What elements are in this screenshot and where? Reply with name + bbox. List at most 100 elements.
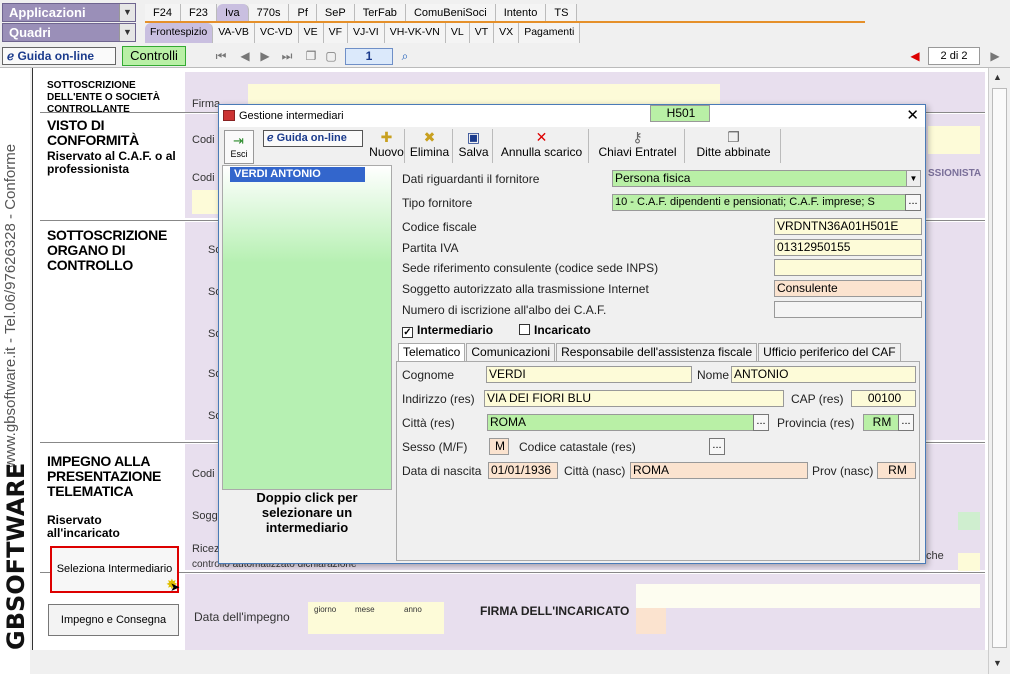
tab-ve[interactable]: VE xyxy=(298,23,324,43)
firma-label: Firma xyxy=(192,98,221,110)
page-number-field[interactable]: 1 xyxy=(345,48,393,65)
provincia-field[interactable]: RM xyxy=(863,414,899,431)
salva-label: Salva xyxy=(458,145,489,159)
tab-ufficio-periferico[interactable]: Ufficio periferico del CAF xyxy=(758,343,901,361)
mouse-cursor-icon: ➤ xyxy=(170,580,181,594)
nuovo-button[interactable]: ✚ Nuovo xyxy=(369,129,405,163)
ditte-abbinate-button[interactable]: ❐ Ditte abbinate xyxy=(687,129,781,163)
citta-nasc-field[interactable]: ROMA xyxy=(630,462,808,479)
firma-incaricato-field[interactable] xyxy=(636,584,980,608)
first-page-icon[interactable]: ⏮ xyxy=(214,49,228,63)
anno-label: anno xyxy=(404,605,422,614)
indirizzo-field[interactable]: VIA DEI FIORI BLU xyxy=(484,390,784,407)
prev-form-icon[interactable]: ◀ xyxy=(908,49,922,63)
tab-vh-vk-vn[interactable]: VH-VK-VN xyxy=(384,23,446,43)
impegno-check-field[interactable] xyxy=(958,512,980,530)
codice-fiscale-label: Codice fiscale xyxy=(402,220,477,234)
tipo-fornitore-label: Tipo fornitore xyxy=(402,196,473,210)
tab-frontespizio[interactable]: Frontespizio xyxy=(145,23,214,43)
catastale-field[interactable]: H501 xyxy=(650,105,710,122)
tab-vl[interactable]: VL xyxy=(445,23,470,43)
tab-responsabile[interactable]: Responsabile dell'assistenza fiscale xyxy=(556,343,758,361)
ricezione-label: Ricez xyxy=(192,543,220,555)
visto-right-field[interactable] xyxy=(928,126,980,154)
partita-iva-field[interactable]: 01312950155 xyxy=(774,239,922,256)
chiavi-entratel-button[interactable]: ⚷ Chiavi Entratel xyxy=(591,129,685,163)
elimina-button[interactable]: ✖ Elimina xyxy=(407,129,453,163)
tab-vc-vd[interactable]: VC-VD xyxy=(254,23,299,43)
sede-field[interactable] xyxy=(774,259,922,276)
applicazioni-select[interactable]: Applicazioni ▼ xyxy=(2,3,136,22)
chevron-down-icon[interactable]: ▼ xyxy=(119,4,135,21)
citta-lookup-button[interactable]: ... xyxy=(753,414,769,431)
sesso-field[interactable]: M xyxy=(489,438,509,455)
catastale-label: Codice catastale (res) xyxy=(519,440,636,454)
tab-pagamenti[interactable]: Pagamenti xyxy=(519,23,581,43)
tab-vj-vi[interactable]: VJ-VI xyxy=(348,23,385,43)
scroll-thumb[interactable] xyxy=(992,88,1007,648)
controlli-button[interactable]: Controlli xyxy=(122,46,186,66)
impegno-consegna-button[interactable]: Impegno e Consegna xyxy=(48,604,179,636)
help-icon: ℯ xyxy=(267,132,277,144)
chevron-down-icon[interactable]: ▼ xyxy=(906,171,920,186)
esci-label: Esci xyxy=(230,149,248,159)
tab-comunicazioni[interactable]: Comunicazioni xyxy=(466,343,556,361)
paste-page-icon[interactable]: ▢ xyxy=(324,49,338,63)
soggetto-field[interactable]: Consulente xyxy=(774,280,922,297)
intermediari-list[interactable] xyxy=(222,165,392,490)
list-item[interactable]: VERDI ANTONIO xyxy=(230,167,365,182)
dati-fornitore-select[interactable]: Persona fisica ▼ xyxy=(612,170,921,187)
copy-page-icon[interactable]: ❐ xyxy=(304,49,318,63)
checked-icon: ✓ xyxy=(402,327,413,338)
applicazioni-label: Applicazioni xyxy=(9,5,86,20)
soggetto-label: Soggetto autorizzato alla trasmissione I… xyxy=(402,282,649,296)
codice-fiscale-field[interactable]: VRDNTN36A01H501E xyxy=(774,218,922,235)
tipo-fornitore-field[interactable]: 10 - C.A.F. dipendenti e pensionati; C.A… xyxy=(612,194,906,211)
prev-page-icon[interactable]: ◀ xyxy=(238,49,252,63)
catastale-lookup-button[interactable]: ... xyxy=(709,438,725,455)
che-label: che xyxy=(926,550,944,562)
cognome-field[interactable]: VERDI xyxy=(486,366,692,383)
cancel-icon: ✕ xyxy=(535,129,548,145)
scroll-down-icon[interactable]: ▼ xyxy=(993,658,1002,668)
nome-field[interactable]: ANTONIO xyxy=(731,366,916,383)
guida-online-button[interactable]: ℯ Guida on-line xyxy=(2,47,116,65)
citta-label: Città (res) xyxy=(402,416,455,430)
codice-label-3: Codi xyxy=(192,468,215,480)
provincia-lookup-button[interactable]: ... xyxy=(898,414,914,431)
exit-icon: ⇥ xyxy=(233,133,244,148)
chevron-down-icon[interactable]: ▼ xyxy=(119,24,135,41)
cap-field[interactable]: 00100 xyxy=(851,390,916,407)
tab-vx[interactable]: VX xyxy=(494,23,520,43)
tab-telematico[interactable]: Telematico xyxy=(398,343,466,361)
salva-button[interactable]: ▣ Salva xyxy=(455,129,493,163)
vertical-scrollbar[interactable]: ▲ ▼ xyxy=(988,68,1010,674)
tab-vf[interactable]: VF xyxy=(323,23,349,43)
ricezione-check-field[interactable] xyxy=(958,553,980,571)
esci-button[interactable]: ⇥ Esci xyxy=(224,130,254,164)
intermediario-checkbox[interactable]: ✓ Intermediario xyxy=(402,323,493,338)
elimina-label: Elimina xyxy=(409,145,450,159)
nascita-field[interactable]: 01/01/1936 xyxy=(488,462,558,479)
tab-vt[interactable]: VT xyxy=(469,23,495,43)
seleziona-intermediario-button[interactable]: Seleziona Intermediario xyxy=(50,546,179,593)
annulla-scarico-button[interactable]: ✕ Annulla scarico xyxy=(495,129,589,163)
last-page-icon[interactable]: ⏭ xyxy=(280,49,294,63)
albo-field[interactable] xyxy=(774,301,922,318)
close-icon[interactable]: ✕ xyxy=(906,107,919,125)
tipo-fornitore-lookup-button[interactable]: ... xyxy=(905,194,921,211)
citta-field[interactable]: ROMA xyxy=(487,414,754,431)
firma-incaricato-label: FIRMA DELL'INCARICATO xyxy=(480,604,630,618)
dialog-guida-button[interactable]: ℯ Guida on-line xyxy=(263,130,363,147)
scroll-up-icon[interactable]: ▲ xyxy=(993,72,1002,82)
tab-va-vb[interactable]: VA-VB xyxy=(213,23,255,43)
new-icon: ✚ xyxy=(380,129,393,145)
quadri-select[interactable]: Quadri ▼ xyxy=(2,23,136,42)
search-page-icon[interactable]: ⌕ xyxy=(398,49,412,63)
organo-title: SOTTOSCRIZIONE ORGANO DI CONTROLLO xyxy=(47,227,167,273)
incaricato-checkbox[interactable]: Incaricato xyxy=(519,323,591,337)
next-page-icon[interactable]: ▶ xyxy=(258,49,272,63)
professionista-label: SSIONISTA xyxy=(928,168,982,179)
prov-nasc-field[interactable]: RM xyxy=(877,462,916,479)
next-form-icon[interactable]: ▶ xyxy=(988,49,1002,63)
